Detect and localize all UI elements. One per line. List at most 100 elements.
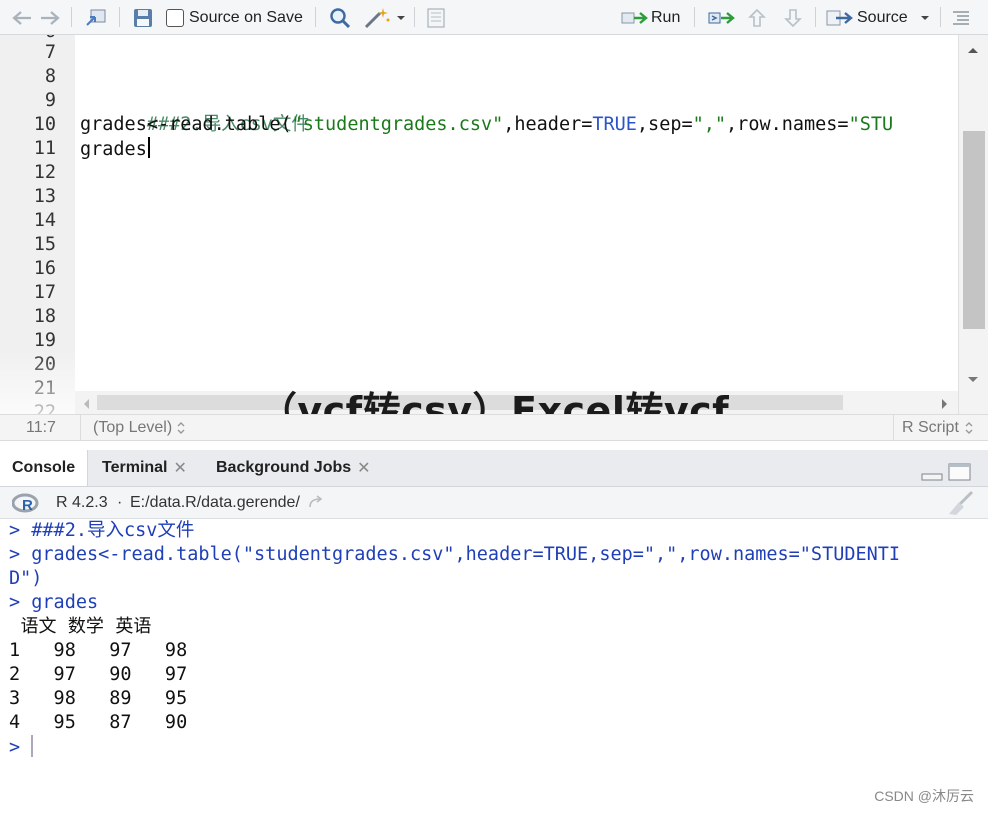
line-number: 13	[33, 186, 56, 207]
csdn-attribution: CSDN @沐厉云	[874, 788, 974, 804]
clear-console-broom-icon[interactable]	[946, 490, 976, 521]
console-line: > grades	[9, 591, 98, 615]
file-type-selector[interactable]: R Script	[902, 419, 959, 437]
line-number: 9	[44, 90, 56, 111]
go-to-directory-icon[interactable]	[308, 495, 326, 514]
line-number: 17	[33, 282, 56, 303]
console-command: D")	[9, 568, 43, 589]
r-logo-icon: R	[11, 493, 40, 520]
forward-arrow-icon[interactable]	[38, 6, 62, 30]
scroll-down-icon[interactable]	[967, 371, 979, 389]
code-token: ,header=	[503, 114, 593, 135]
tab-console[interactable]: Console	[0, 450, 88, 486]
console-command: grades<-read.table("studentgrades.csv",h…	[31, 544, 901, 565]
scope-selector[interactable]: (Top Level)	[93, 419, 172, 437]
tab-label: Background Jobs	[216, 459, 352, 476]
console-pane-tabs: Console Terminal ✕ Background Jobs ✕	[0, 450, 988, 487]
console-prompt: >	[9, 592, 21, 613]
tab-terminal[interactable]: Terminal ✕	[90, 450, 199, 486]
output-table-header: 语文 数学 英语	[9, 616, 152, 637]
tab-label: Console	[12, 459, 76, 476]
line-number: 19	[33, 330, 56, 351]
output-table-row: 4 95 87 90	[9, 712, 188, 733]
svg-text:R: R	[22, 497, 33, 514]
source-icon[interactable]	[825, 6, 855, 30]
scroll-up-icon[interactable]	[967, 41, 979, 59]
toolbar-divider	[815, 7, 816, 27]
code-token: grades	[80, 139, 147, 160]
close-icon[interactable]: ✕	[174, 458, 187, 478]
text-cursor	[147, 137, 150, 158]
maximize-pane-icon[interactable]	[948, 463, 972, 486]
updown-chevron-icon[interactable]	[964, 421, 974, 440]
code-token: ,row.names=	[726, 114, 849, 135]
code-token: ,sep=	[636, 114, 693, 135]
keyword-token: TRUE	[592, 114, 637, 135]
cursor-position: 11:7	[26, 419, 56, 436]
console-header: R R 4.2.3 · E:/data.R/data.gerende/	[0, 487, 988, 519]
output-table-row: 2 97 90 97	[9, 664, 188, 685]
down-arrow-icon[interactable]	[781, 6, 805, 30]
source-button[interactable]: Source	[857, 6, 908, 30]
close-icon[interactable]: ✕	[357, 458, 370, 478]
run-icon[interactable]	[620, 6, 650, 30]
line-number: 8	[44, 66, 56, 87]
console-command: ###2.导入csv文件	[31, 520, 195, 541]
output-table-row: 3 98 89 95	[9, 688, 188, 709]
line-number: 10	[33, 114, 56, 135]
editor-horizontal-scrollbar[interactable]	[75, 391, 958, 414]
string-token: "STU	[848, 114, 894, 135]
code-area[interactable]: ###2.导入csv文件 grades<-read.table("student…	[80, 35, 958, 414]
status-divider	[80, 415, 81, 440]
line-number-gutter: 6 7 8 9 10 11 12 13 14 15 16 17 18 19 20…	[0, 35, 75, 414]
source-on-save-checkbox[interactable]	[164, 6, 186, 30]
console-prompt: >	[9, 520, 21, 541]
tab-label: Terminal	[102, 459, 168, 476]
scroll-left-icon[interactable]	[82, 397, 90, 414]
r-version: R 4.2.3	[56, 494, 108, 511]
toolbar-divider	[119, 7, 120, 27]
editor-status-bar: 11:7 (Top Level) R Script	[0, 414, 988, 441]
up-arrow-icon[interactable]	[745, 6, 769, 30]
back-arrow-icon[interactable]	[10, 6, 34, 30]
console-prompt: >	[9, 737, 21, 758]
source-dropdown-chevron-icon[interactable]	[918, 6, 932, 30]
search-icon[interactable]	[327, 6, 353, 30]
outline-icon[interactable]	[949, 6, 973, 30]
source-editor[interactable]: 6 7 8 9 10 11 12 13 14 15 16 17 18 19 20…	[0, 35, 988, 414]
horizontal-scroll-thumb[interactable]	[97, 395, 843, 410]
editor-toolbar: Source on Save Run Source	[0, 0, 988, 35]
show-in-window-icon[interactable]	[83, 6, 109, 30]
string-token: "studentgrades.csv"	[291, 114, 504, 135]
tab-background-jobs[interactable]: Background Jobs ✕	[204, 450, 383, 486]
toolbar-divider	[315, 7, 316, 27]
source-on-save-label: Source on Save	[189, 9, 303, 26]
working-directory[interactable]: E:/data.R/data.gerende/	[130, 494, 300, 512]
console-cursor	[31, 735, 34, 757]
run-button[interactable]: Run	[651, 6, 680, 30]
notebook-icon[interactable]	[424, 6, 448, 30]
console-line: > ###2.导入csv文件	[9, 519, 194, 543]
code-token: grades<-read.table(	[80, 114, 292, 135]
code-line-11: grades	[80, 137, 150, 162]
code-line-10: grades<-read.table("studentgrades.csv",h…	[80, 113, 893, 137]
minimize-pane-icon[interactable]	[921, 469, 943, 487]
magic-wand-icon[interactable]	[362, 6, 392, 30]
rerun-icon[interactable]	[706, 6, 738, 30]
line-number: 21	[33, 378, 56, 399]
vertical-scroll-thumb[interactable]	[963, 131, 985, 329]
save-icon[interactable]	[131, 6, 155, 30]
line-number: 11	[33, 138, 56, 159]
toolbar-divider	[694, 7, 695, 27]
console-input-line[interactable]: >	[9, 735, 34, 760]
console-prompt: >	[9, 544, 21, 565]
line-number: 15	[33, 234, 56, 255]
chevron-down-icon[interactable]	[394, 6, 408, 30]
console-output[interactable]: > ###2.导入csv文件 > grades<-read.table("stu…	[0, 519, 988, 814]
editor-vertical-scrollbar[interactable]	[958, 35, 988, 414]
line-number: 7	[44, 42, 56, 63]
console-command: grades	[31, 592, 99, 613]
updown-chevron-icon[interactable]	[176, 421, 186, 440]
version-separator: ·	[117, 494, 123, 511]
scroll-right-icon[interactable]	[941, 397, 949, 414]
